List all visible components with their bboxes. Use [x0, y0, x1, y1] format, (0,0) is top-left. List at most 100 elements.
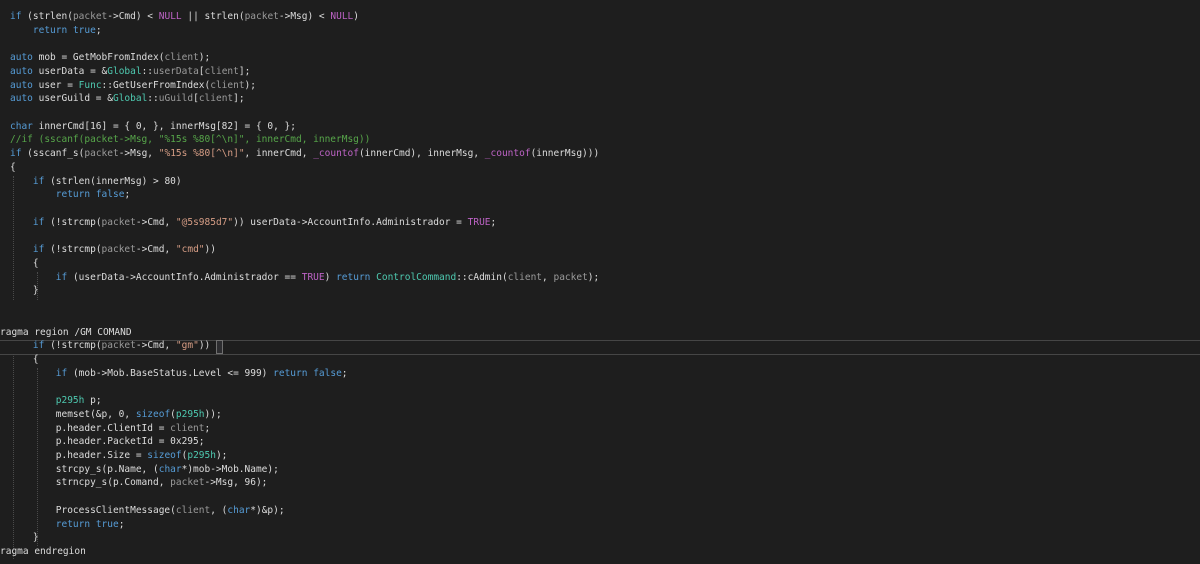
code-token: if [32, 216, 45, 228]
code-token: ::cAdmin( [456, 271, 508, 283]
code-line[interactable]: p295h p; [10, 394, 1200, 408]
code-token: client [164, 52, 199, 64]
code-token: ControlCommand [376, 271, 457, 283]
code-token: sizeof [147, 450, 182, 462]
code-line[interactable]: return true; [10, 24, 1200, 38]
code-token: auto [10, 79, 33, 91]
code-token: p295h [175, 408, 205, 420]
code-token: , ( [210, 504, 228, 516]
code-line[interactable]: } [10, 531, 1200, 545]
code-line[interactable]: } [10, 284, 1200, 298]
code-line[interactable]: return false; [10, 188, 1200, 202]
code-token: (sscanf_s( [21, 148, 85, 160]
code-line[interactable]: auto userGuild = &Global::uGuild[client]… [10, 92, 1200, 106]
code-token: if [32, 244, 45, 256]
code-token: "cmd" [175, 244, 205, 256]
code-token: p.header.ClientId = [10, 422, 171, 434]
code-token: { [10, 257, 39, 269]
code-token: { [10, 354, 39, 365]
code-token: NULL [158, 11, 182, 22]
code-editor[interactable]: if (strlen(packet->Cmd) < NULL || strlen… [0, 0, 1200, 564]
code-token: packet [101, 216, 136, 228]
code-line[interactable]: ProcessClientMessage(client, (char*)&p); [10, 504, 1200, 518]
code-line[interactable] [10, 312, 1200, 326]
code-token: packet [170, 477, 205, 489]
code-token: ) [353, 11, 359, 22]
code-line[interactable]: if (!strcmp(packet->Cmd, "gm")) [10, 339, 1200, 353]
code-token: p; [84, 395, 102, 407]
code-token: (!strcmp( [44, 244, 102, 256]
code-token: (innerMsg))) [530, 148, 600, 160]
code-token: )); [204, 408, 222, 420]
code-line[interactable]: auto userData = &Global::userData[client… [10, 65, 1200, 79]
code-line[interactable] [10, 106, 1200, 120]
code-token: auto [10, 93, 33, 105]
code-token: ->Cmd) < [107, 11, 159, 22]
code-line[interactable]: ragma endregion [0, 545, 1200, 559]
code-line[interactable]: strcpy_s(p.Name, (char*)mob->Mob.Name); [10, 463, 1200, 477]
code-line[interactable]: p.header.Size = sizeof(p295h); [10, 449, 1200, 463]
code-token: if [10, 11, 22, 22]
code-line[interactable]: auto mob = GetMobFromIndex(client); [10, 51, 1200, 65]
code-line[interactable] [10, 490, 1200, 504]
code-token: ->Cmd, [135, 244, 176, 256]
code-token: ; [204, 422, 211, 434]
code-line[interactable]: if (mob->Mob.BaseStatus.Level <= 999) re… [10, 367, 1200, 381]
code-token: ragma endregion [0, 546, 86, 558]
code-token: p295h [55, 395, 85, 407]
code-line[interactable]: if (!strcmp(packet->Cmd, "@5s985d7")) us… [10, 216, 1200, 230]
code-token: ; [341, 367, 348, 379]
code-token: auto [10, 65, 33, 77]
code-token: auto [10, 52, 33, 64]
code-token: userData [153, 65, 199, 77]
code-line[interactable] [10, 37, 1200, 51]
code-token: char [158, 463, 182, 475]
code-line[interactable]: char innerCmd[16] = { 0, }, innerMsg[82]… [10, 120, 1200, 134]
code-line[interactable]: if (strlen(innerMsg) > 80) [10, 175, 1200, 189]
code-line[interactable] [10, 380, 1200, 394]
code-token: strncpy_s(p.Comand, [10, 477, 171, 489]
code-line[interactable]: if (sscanf_s(packet->Msg, "%15s %80[^\n]… [10, 147, 1200, 161]
code-token: innerCmd[16] = { 0, }, innerMsg[82] = { … [32, 120, 296, 132]
code-line[interactable]: if (strlen(packet->Cmd) < NULL || strlen… [10, 10, 1200, 24]
code-line[interactable]: p.header.ClientId = client; [10, 422, 1200, 436]
code-line[interactable]: memset(&p, 0, sizeof(p295h)); [10, 408, 1200, 422]
code-line[interactable] [10, 202, 1200, 216]
code-line[interactable] [10, 230, 1200, 244]
code-token: userData = & [32, 65, 108, 77]
code-token: (mob->Mob.BaseStatus.Level <= 999) [67, 367, 274, 379]
code-token: true [72, 24, 96, 36]
code-line[interactable]: //if (sscanf(packet->Msg, "%15s %80[^\n]… [10, 133, 1200, 147]
code-line[interactable]: return true; [10, 518, 1200, 532]
code-token: client [507, 271, 543, 283]
code-token: client [175, 504, 211, 516]
code-token: NULL [330, 11, 354, 22]
code-token: (!strcmp( [44, 340, 102, 352]
code-token: ->Msg, [118, 148, 159, 160]
code-token: return [336, 271, 371, 283]
code-line[interactable]: auto user = Func::GetUserFromIndex(clien… [10, 79, 1200, 93]
code-line[interactable]: { [10, 161, 1200, 175]
code-token: (userData->AccountInfo.Administrador == [67, 271, 302, 283]
code-token: char [227, 504, 251, 516]
code-line[interactable]: { [10, 353, 1200, 367]
code-token: return [55, 518, 91, 530]
code-token: ); [244, 79, 256, 91]
code-line[interactable]: if (userData->AccountInfo.Administrador … [10, 271, 1200, 285]
code-line[interactable]: if (!strcmp(packet->Cmd, "cmd")) [10, 243, 1200, 257]
code-line[interactable]: strncpy_s(p.Comand, packet->Msg, 96); [10, 476, 1200, 490]
code-line[interactable]: ragma region /GM COMAND [0, 326, 1200, 340]
code-line[interactable]: { [10, 257, 1200, 271]
code-line[interactable] [10, 298, 1200, 312]
code-token: true [95, 518, 119, 530]
code-token: return [55, 189, 91, 201]
code-token: p295h [187, 450, 216, 462]
code-line[interactable]: p.header.PacketId = 0x295; [10, 435, 1200, 449]
code-token: memset(&p, 0, [10, 408, 136, 420]
